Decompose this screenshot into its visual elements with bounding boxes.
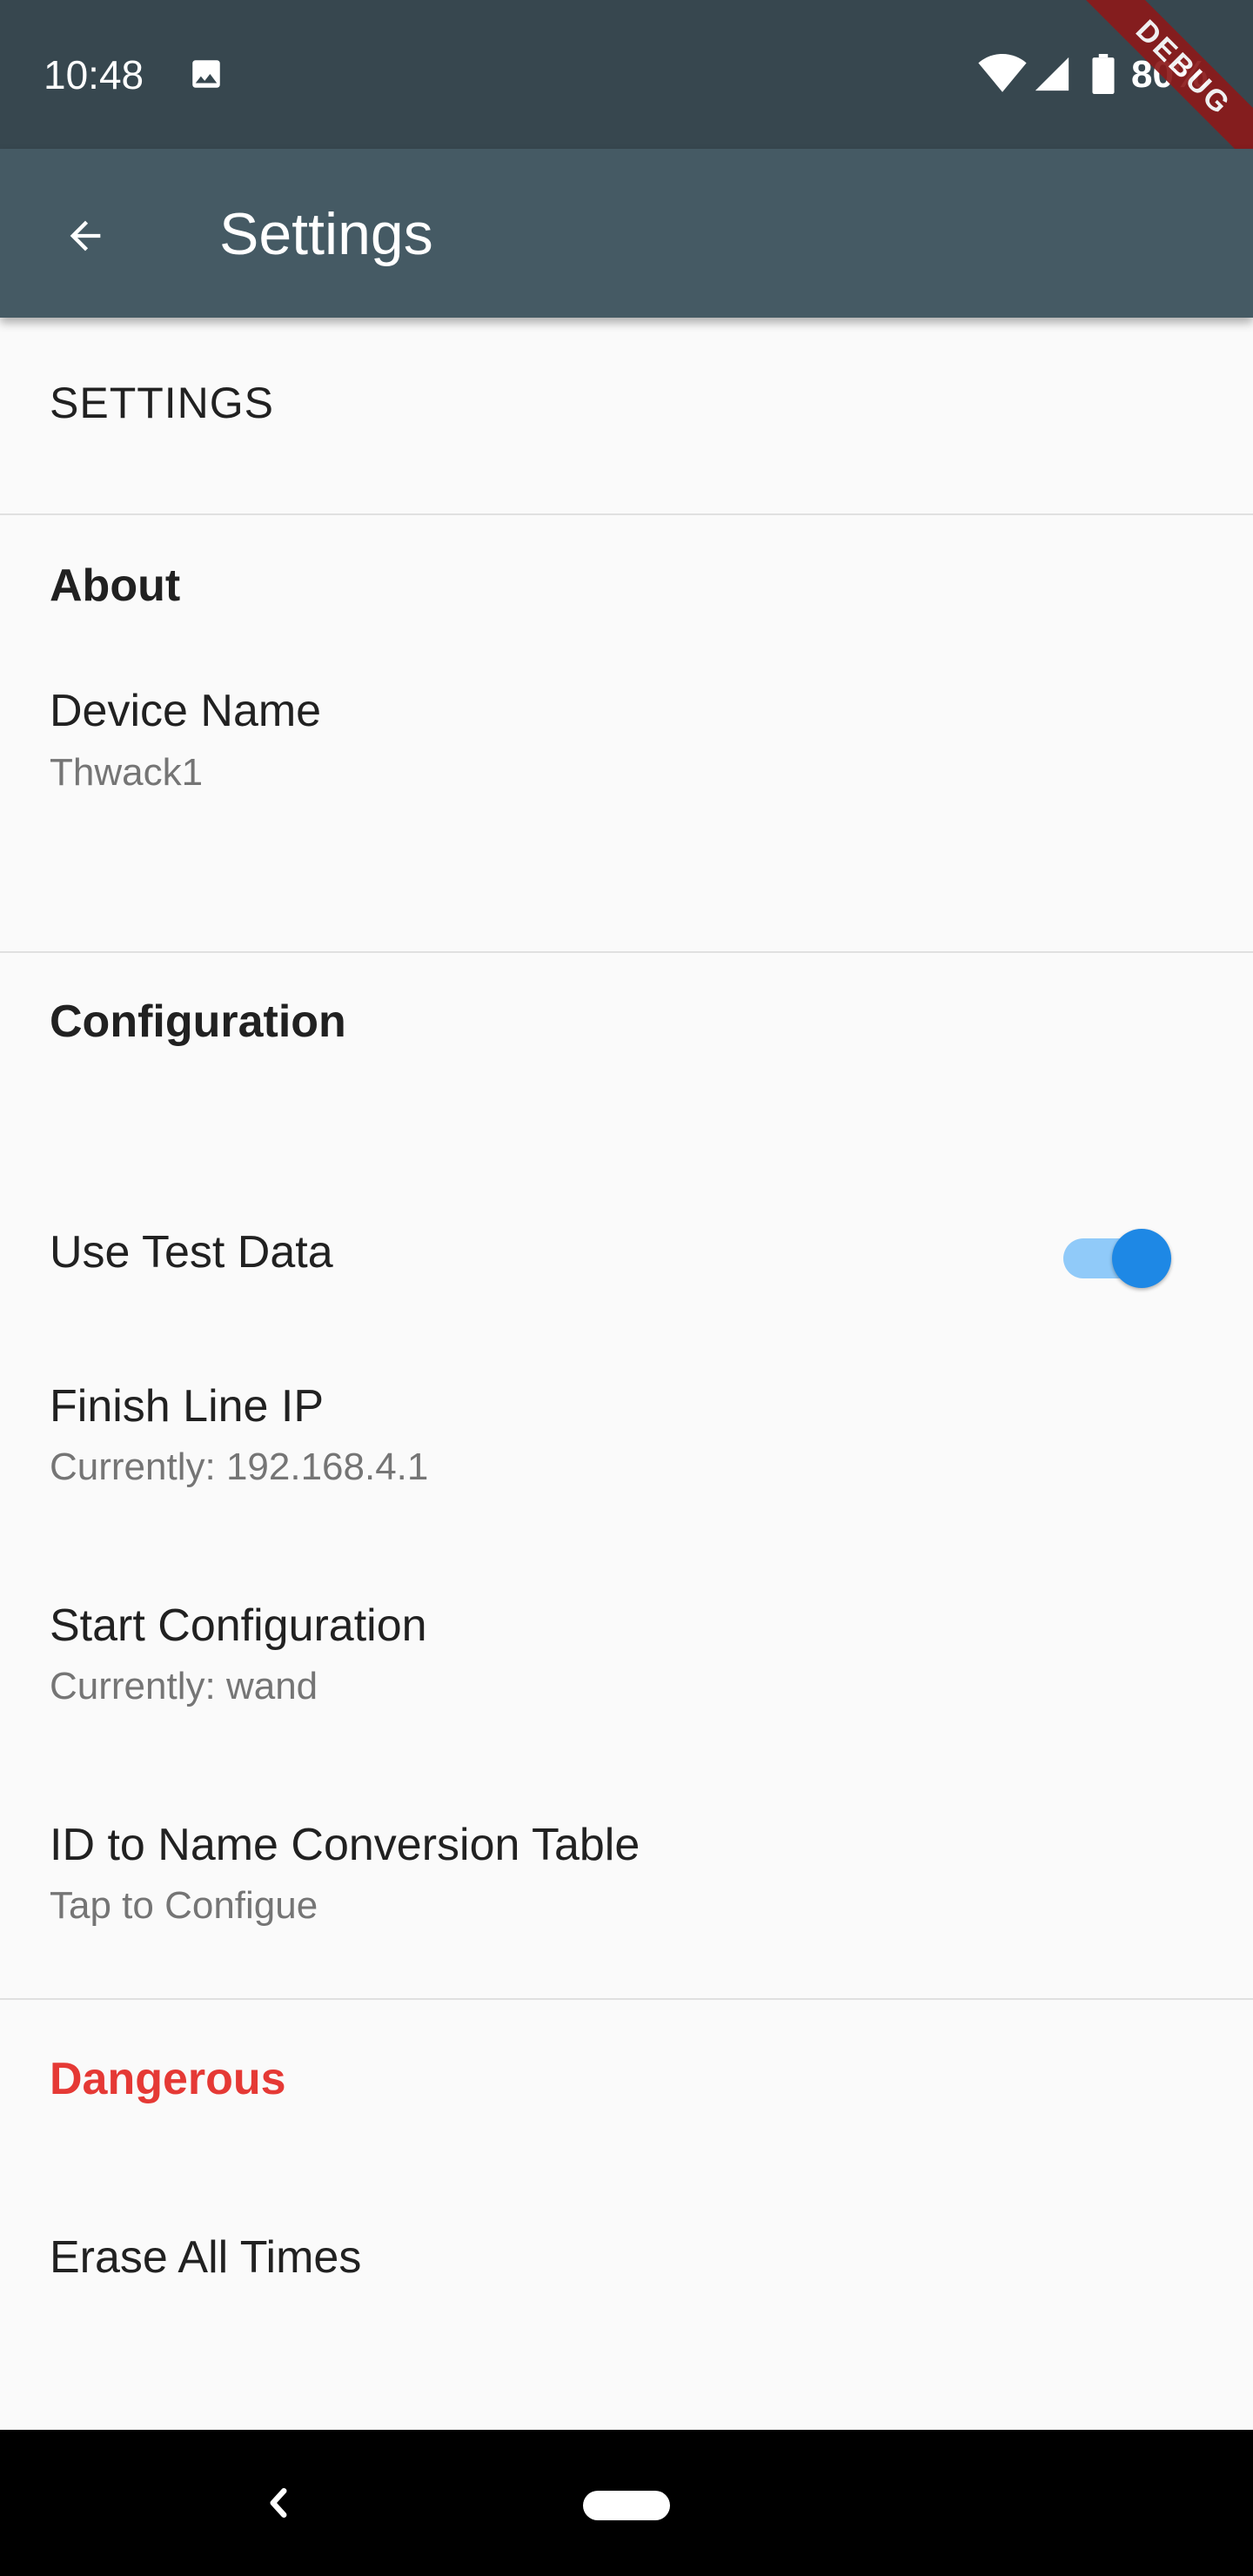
battery-icon bbox=[1091, 54, 1116, 98]
section-configuration-header: Configuration bbox=[0, 953, 1253, 1110]
section-title-configuration: Configuration bbox=[50, 996, 346, 1047]
start-configuration-value: Currently: wand bbox=[50, 1665, 318, 1707]
status-bar: 10:48 80% DEBUG bbox=[0, 0, 1253, 176]
page-title: Settings bbox=[219, 201, 433, 267]
finish-line-ip-title: Finish Line IP bbox=[50, 1381, 325, 1432]
toggle-thumb bbox=[1112, 1229, 1171, 1288]
section-about-header: About bbox=[0, 515, 1253, 672]
erase-all-times-title: Erase All Times bbox=[50, 2232, 362, 2283]
id-table-title: ID to Name Conversion Table bbox=[50, 1820, 640, 1870]
settings-header: SETTINGS bbox=[0, 318, 1253, 514]
navigation-bar bbox=[0, 2430, 1253, 2576]
settings-header-label: SETTINGS bbox=[50, 379, 275, 427]
use-test-data-toggle[interactable] bbox=[1060, 1219, 1173, 1288]
app-bar: Settings bbox=[0, 149, 1253, 318]
image-icon bbox=[188, 56, 224, 92]
device-name-title: Device Name bbox=[50, 686, 322, 736]
start-configuration-title: Start Configuration bbox=[50, 1600, 427, 1651]
signal-icon bbox=[1032, 54, 1072, 98]
list-item-start-configuration[interactable]: Start Configuration Currently: wand bbox=[0, 1540, 1253, 1760]
list-item-device-name[interactable]: Device Name Thwack1 bbox=[0, 672, 1253, 832]
nav-home-pill[interactable] bbox=[583, 2491, 670, 2520]
section-dangerous-header: Dangerous bbox=[0, 2000, 1253, 2157]
wifi-icon bbox=[978, 54, 1027, 98]
list-item-use-test-data[interactable]: Use Test Data bbox=[0, 1188, 1253, 1320]
id-table-subtitle: Tap to Configue bbox=[50, 1884, 318, 1927]
list-item-id-table[interactable]: ID to Name Conversion Table Tap to Confi… bbox=[0, 1760, 1253, 1979]
arrow-back-icon bbox=[70, 220, 101, 252]
status-time: 10:48 bbox=[44, 52, 144, 97]
finish-line-ip-value: Currently: 192.168.4.1 bbox=[50, 1446, 429, 1488]
device-name-value: Thwack1 bbox=[50, 751, 204, 794]
section-title-dangerous: Dangerous bbox=[50, 2054, 286, 2104]
section-title-about: About bbox=[50, 560, 181, 611]
use-test-data-title: Use Test Data bbox=[50, 1227, 333, 1278]
list-item-finish-line-ip[interactable]: Finish Line IP Currently: 192.168.4.1 bbox=[0, 1321, 1253, 1540]
nav-back-icon[interactable] bbox=[252, 2475, 305, 2531]
list-item-erase-all-times[interactable]: Erase All Times bbox=[0, 2157, 1253, 2327]
back-button[interactable] bbox=[44, 194, 127, 278]
